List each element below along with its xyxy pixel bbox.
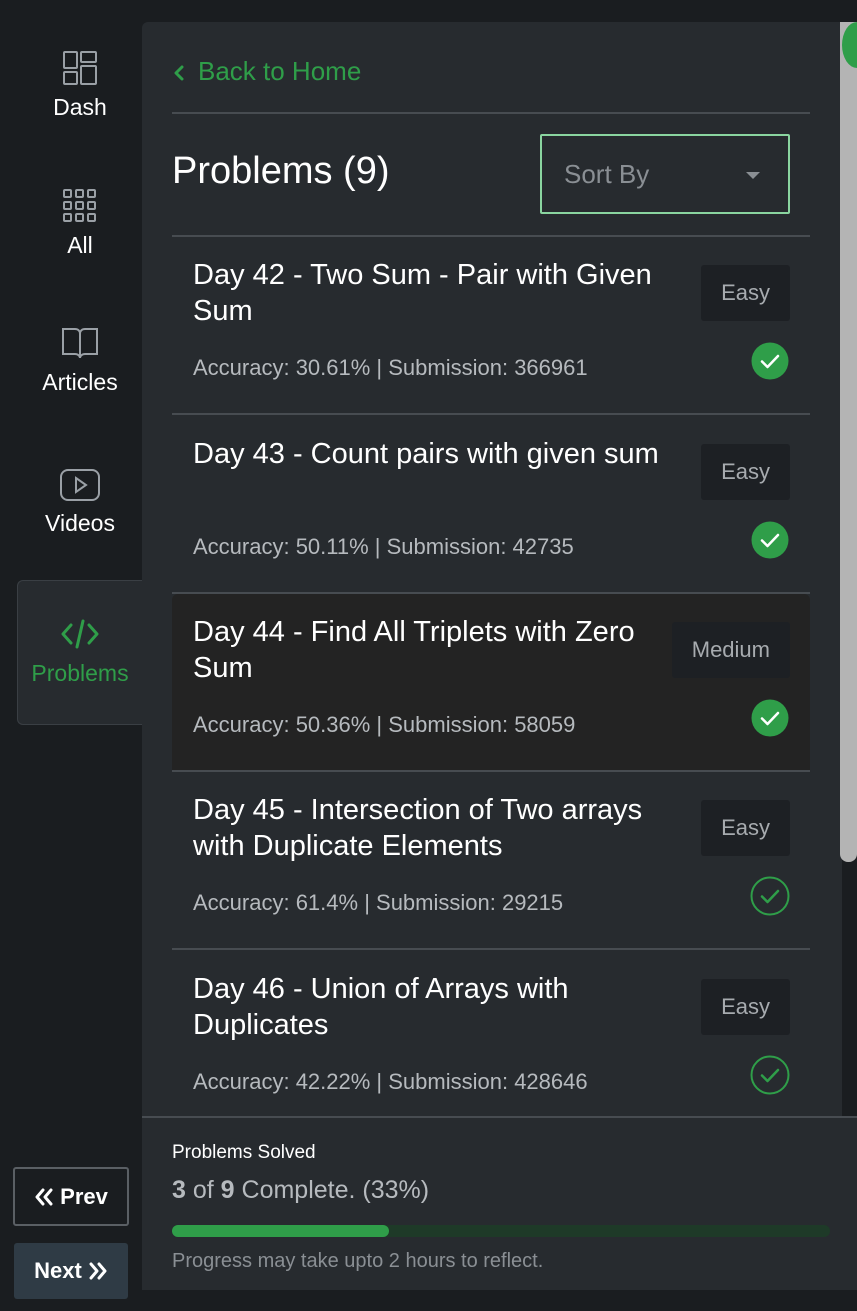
back-label: Back to Home: [198, 56, 362, 86]
prev-label: Prev: [60, 1183, 108, 1209]
check-circle-filled-icon: [751, 521, 789, 559]
divider: [172, 112, 810, 114]
problem-card[interactable]: Day 43 - Count pairs with given sum Accur…: [172, 416, 810, 594]
scrollbar[interactable]: [840, 22, 857, 862]
sidebar-item-all[interactable]: All: [18, 188, 142, 278]
next-button[interactable]: Next: [14, 1243, 128, 1299]
check-circle-outline-icon: [750, 1055, 790, 1095]
problem-title[interactable]: Day 45 - Intersection of Two arrays with…: [193, 792, 663, 864]
total-count: 9: [220, 1176, 235, 1204]
sort-placeholder: Sort By: [564, 158, 650, 189]
app-root: Dash All Articles Videos Problems Prev N…: [0, 0, 857, 1311]
sidebar-item-label: Problems: [31, 660, 129, 686]
check-circle-filled-icon: [751, 699, 789, 737]
progress-status-rest: Complete. (33%): [241, 1176, 430, 1204]
problem-title[interactable]: Day 46 - Union of Arrays with Duplicates: [193, 971, 663, 1043]
problem-title[interactable]: Day 43 - Count pairs with given sum: [193, 436, 663, 472]
grid-icon: [63, 189, 96, 222]
sidebar-item-label: All: [67, 232, 93, 258]
sidebar-item-articles[interactable]: Articles: [18, 325, 142, 415]
back-to-home-link[interactable]: Back to Home: [172, 56, 361, 87]
progress-bar: [172, 1225, 830, 1237]
difficulty-badge: Easy: [701, 800, 790, 856]
play-icon: [60, 469, 100, 501]
progress-label: Problems Solved: [172, 1142, 316, 1163]
progress-note: Progress may take upto 2 hours to reflec…: [172, 1250, 544, 1272]
problem-card[interactable]: Day 46 - Union of Arrays with Duplicates…: [172, 951, 810, 1129]
page-title: Problems (9): [172, 150, 390, 192]
progress-panel: Problems Solved 3 of 9 Complete. (33%) P…: [142, 1116, 857, 1290]
double-chevron-right-icon: [89, 1262, 107, 1280]
book-icon: [62, 328, 98, 359]
problem-stats: Accuracy: 61.4% | Submission: 29215: [193, 890, 564, 915]
code-icon: [61, 619, 99, 649]
next-label: Next: [34, 1258, 82, 1283]
difficulty-badge: Easy: [701, 979, 790, 1035]
difficulty-badge: Medium: [671, 622, 790, 678]
problem-stats: Accuracy: 50.36% | Submission: 58059: [193, 712, 576, 737]
progress-status: 3 of 9 Complete. (33%): [172, 1176, 430, 1204]
chevron-left-icon: [174, 65, 184, 80]
check-circle-outline-icon: [750, 876, 790, 916]
sidebar-item-label: Dash: [53, 94, 107, 120]
dashboard-icon: [63, 51, 97, 85]
problem-stats: Accuracy: 42.22% | Submission: 428646: [193, 1069, 588, 1094]
caret-down-icon: [746, 172, 760, 179]
problem-title[interactable]: Day 42 - Two Sum - Pair with Given Sum: [193, 257, 663, 329]
sidebar-item-label: Articles: [42, 369, 118, 395]
prev-button[interactable]: Prev: [13, 1167, 129, 1226]
sidebar-item-label: Videos: [45, 510, 115, 536]
sidebar-item-problems[interactable]: Problems: [17, 580, 142, 725]
problem-card[interactable]: Day 44 - Find All Triplets with Zero Sum…: [172, 594, 810, 772]
double-chevron-left-icon: [35, 1188, 53, 1205]
difficulty-badge: Easy: [701, 265, 790, 321]
problem-stats: Accuracy: 50.11% | Submission: 42735: [193, 534, 574, 559]
sidebar-item-dash[interactable]: Dash: [18, 50, 142, 140]
problem-card[interactable]: Day 45 - Intersection of Two arrays with…: [172, 772, 810, 950]
problems-panel: Back to Home Problems (9) Sort By Day 42…: [142, 22, 842, 1290]
sort-by-dropdown[interactable]: Sort By: [540, 134, 790, 214]
solved-count: 3: [172, 1176, 186, 1204]
problem-stats: Accuracy: 30.61% | Submission: 366961: [193, 355, 588, 380]
check-circle-filled-icon: [751, 342, 789, 380]
problem-card[interactable]: Day 42 - Two Sum - Pair with Given Sum Ac…: [172, 237, 810, 415]
progress-bar-fill: [172, 1225, 390, 1237]
sidebar: Dash All Articles Videos Problems Prev N…: [0, 0, 142, 1311]
difficulty-badge: Easy: [701, 444, 790, 500]
problem-title[interactable]: Day 44 - Find All Triplets with Zero Sum: [193, 614, 663, 686]
sidebar-item-videos[interactable]: Videos: [18, 468, 142, 558]
